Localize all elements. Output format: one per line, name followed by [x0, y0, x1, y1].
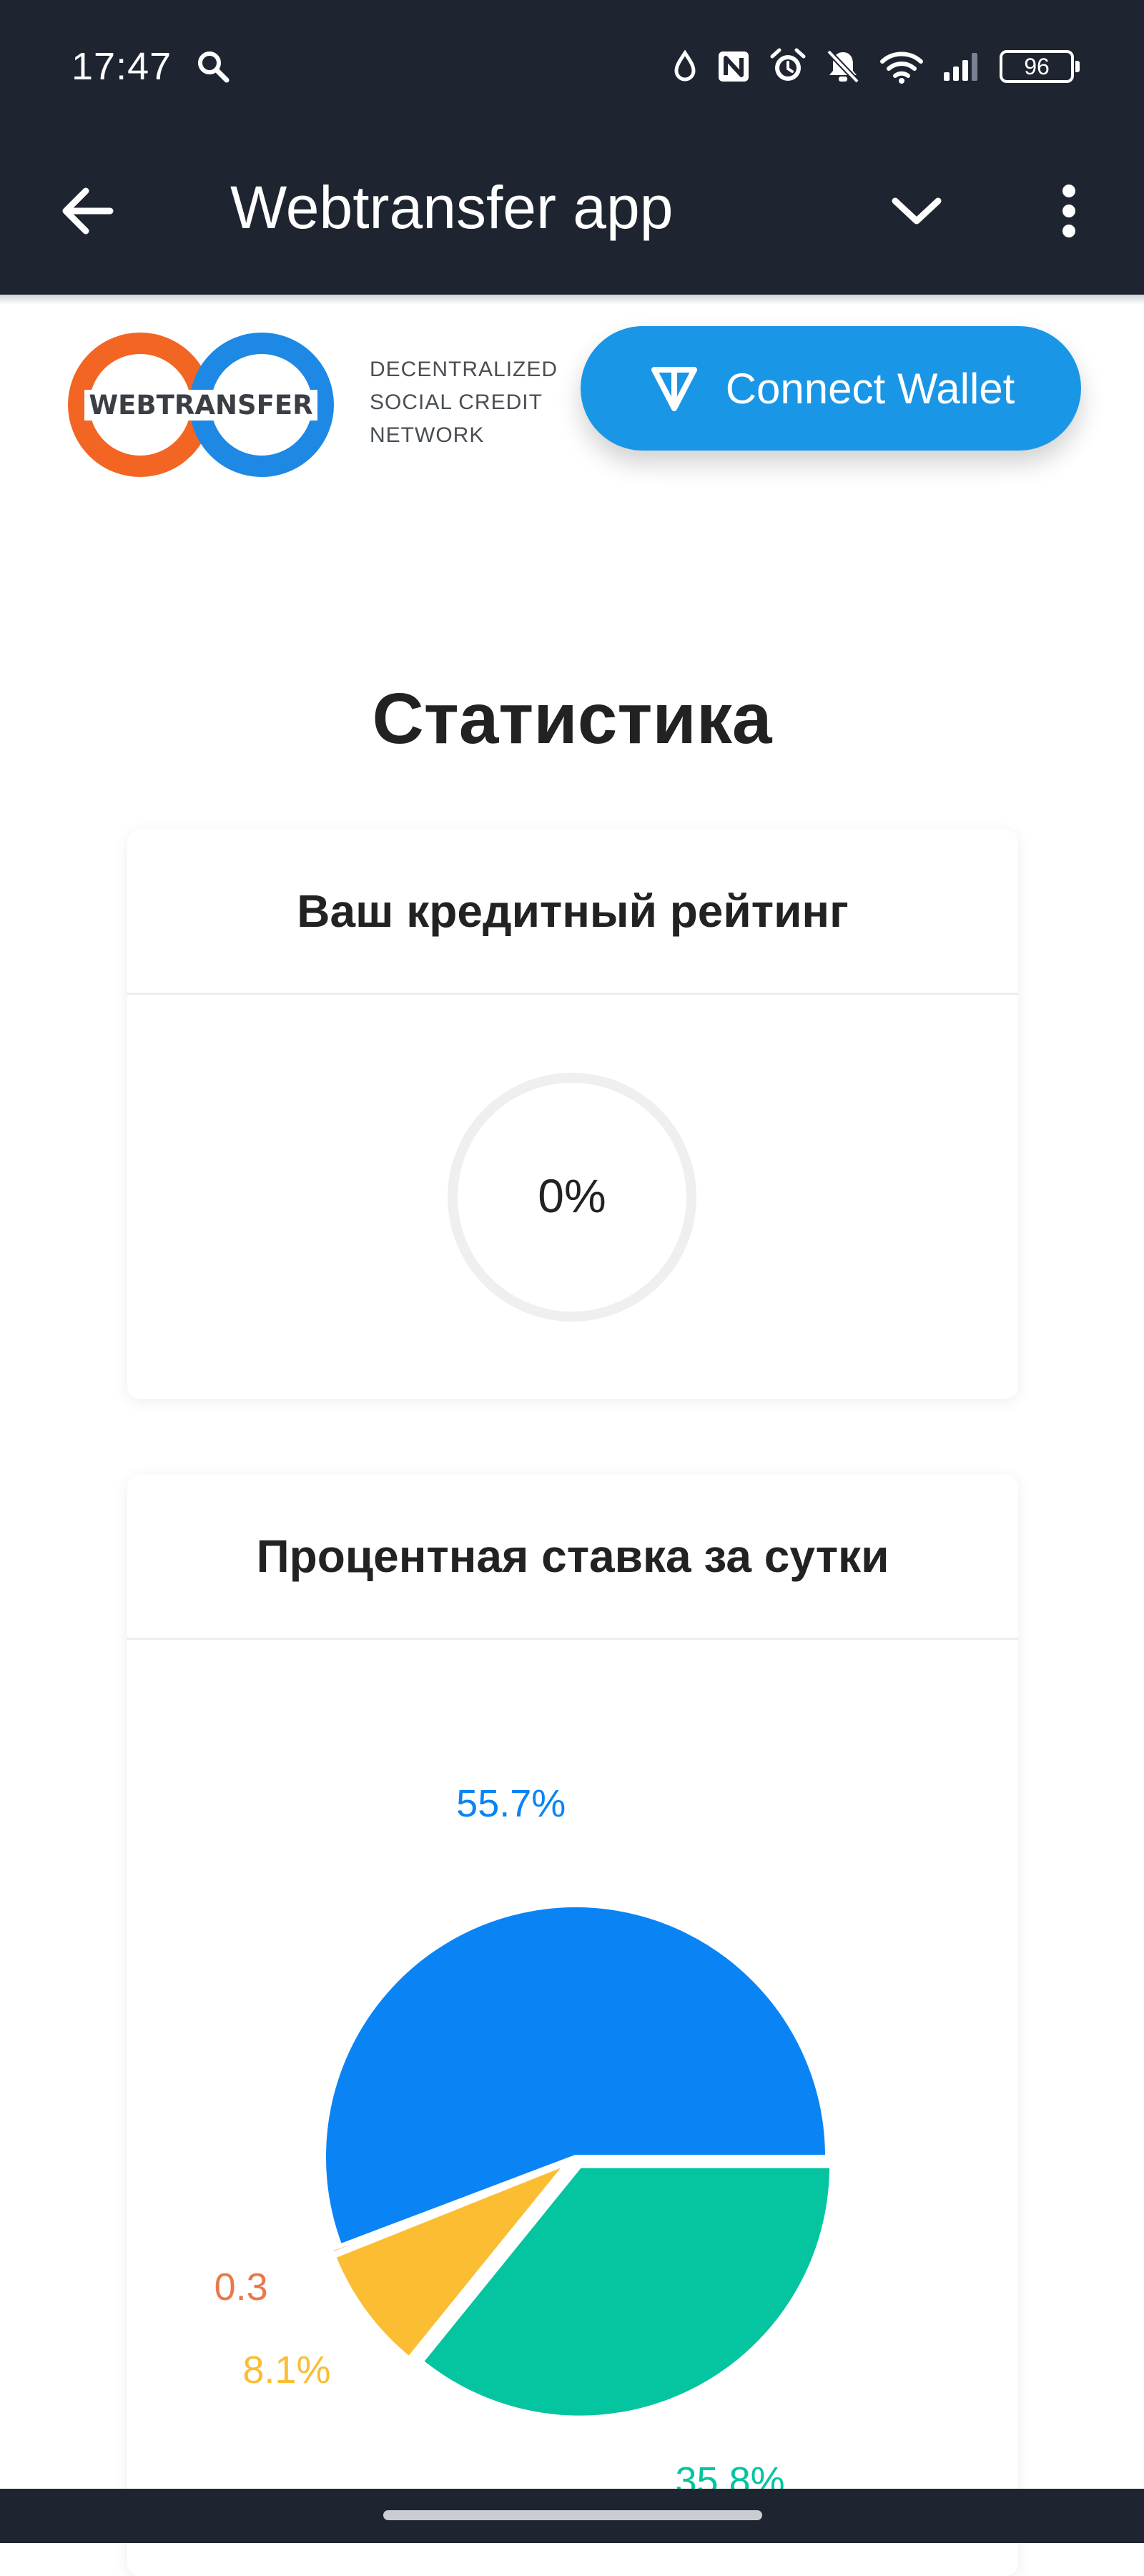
home-gesture-handle[interactable]: [383, 2510, 762, 2520]
nfc-icon: [719, 51, 749, 82]
logo-text: WEBTRANSFER: [84, 389, 317, 421]
navigation-bar: [0, 2489, 1144, 2543]
back-arrow-icon[interactable]: [51, 175, 123, 247]
more-vert-icon[interactable]: [1033, 175, 1105, 247]
app-bar: Webtransfer app: [0, 136, 1144, 295]
tagline-line-1: DECENTRALIZED: [370, 358, 558, 381]
credit-rating-gauge: 0%: [448, 1073, 696, 1322]
app-title: Webtransfer app: [230, 174, 674, 241]
connect-wallet-button[interactable]: Connect Wallet: [581, 326, 1081, 451]
bell-off-icon: [827, 49, 859, 84]
tagline-line-2: SOCIAL CREDIT: [370, 390, 543, 414]
wifi-icon: [880, 51, 923, 84]
signal-icon: [944, 53, 977, 81]
tagline: DECENTRALIZED SOCIAL CREDIT NETWORK: [370, 353, 558, 452]
tagline-line-3: NETWORK: [370, 423, 485, 447]
page-title: Статистика: [372, 679, 772, 759]
chevron-down-icon[interactable]: [881, 175, 952, 247]
credit-rating-value: 0%: [538, 1169, 606, 1222]
logo-text-wrap: WEBTRANSFER: [63, 328, 339, 482]
battery-icon: 96: [1000, 50, 1080, 83]
search-icon: [198, 51, 230, 83]
status-icons: 96: [672, 43, 1080, 90]
status-bar: 17:47 96: [0, 0, 1144, 136]
site-header: WEBTRANSFER DECENTRALIZED SOCIAL CREDIT …: [0, 305, 1144, 519]
app-bar-shadow: [0, 295, 1144, 305]
credit-rating-title: Ваш кредитный рейтинг: [127, 830, 1018, 995]
interest-rate-title: Процентная ставка за сутки: [127, 1475, 1018, 1640]
water-drop-icon: [674, 50, 696, 82]
alarm-icon: [770, 48, 806, 81]
webtransfer-logo[interactable]: WEBTRANSFER: [63, 328, 339, 482]
ton-icon: [651, 367, 697, 411]
status-time: 17:47: [72, 45, 172, 88]
interest-rate-card: Процентная ставка за сутки: [127, 1475, 1018, 2576]
connect-wallet-label: Connect Wallet: [725, 364, 1015, 413]
